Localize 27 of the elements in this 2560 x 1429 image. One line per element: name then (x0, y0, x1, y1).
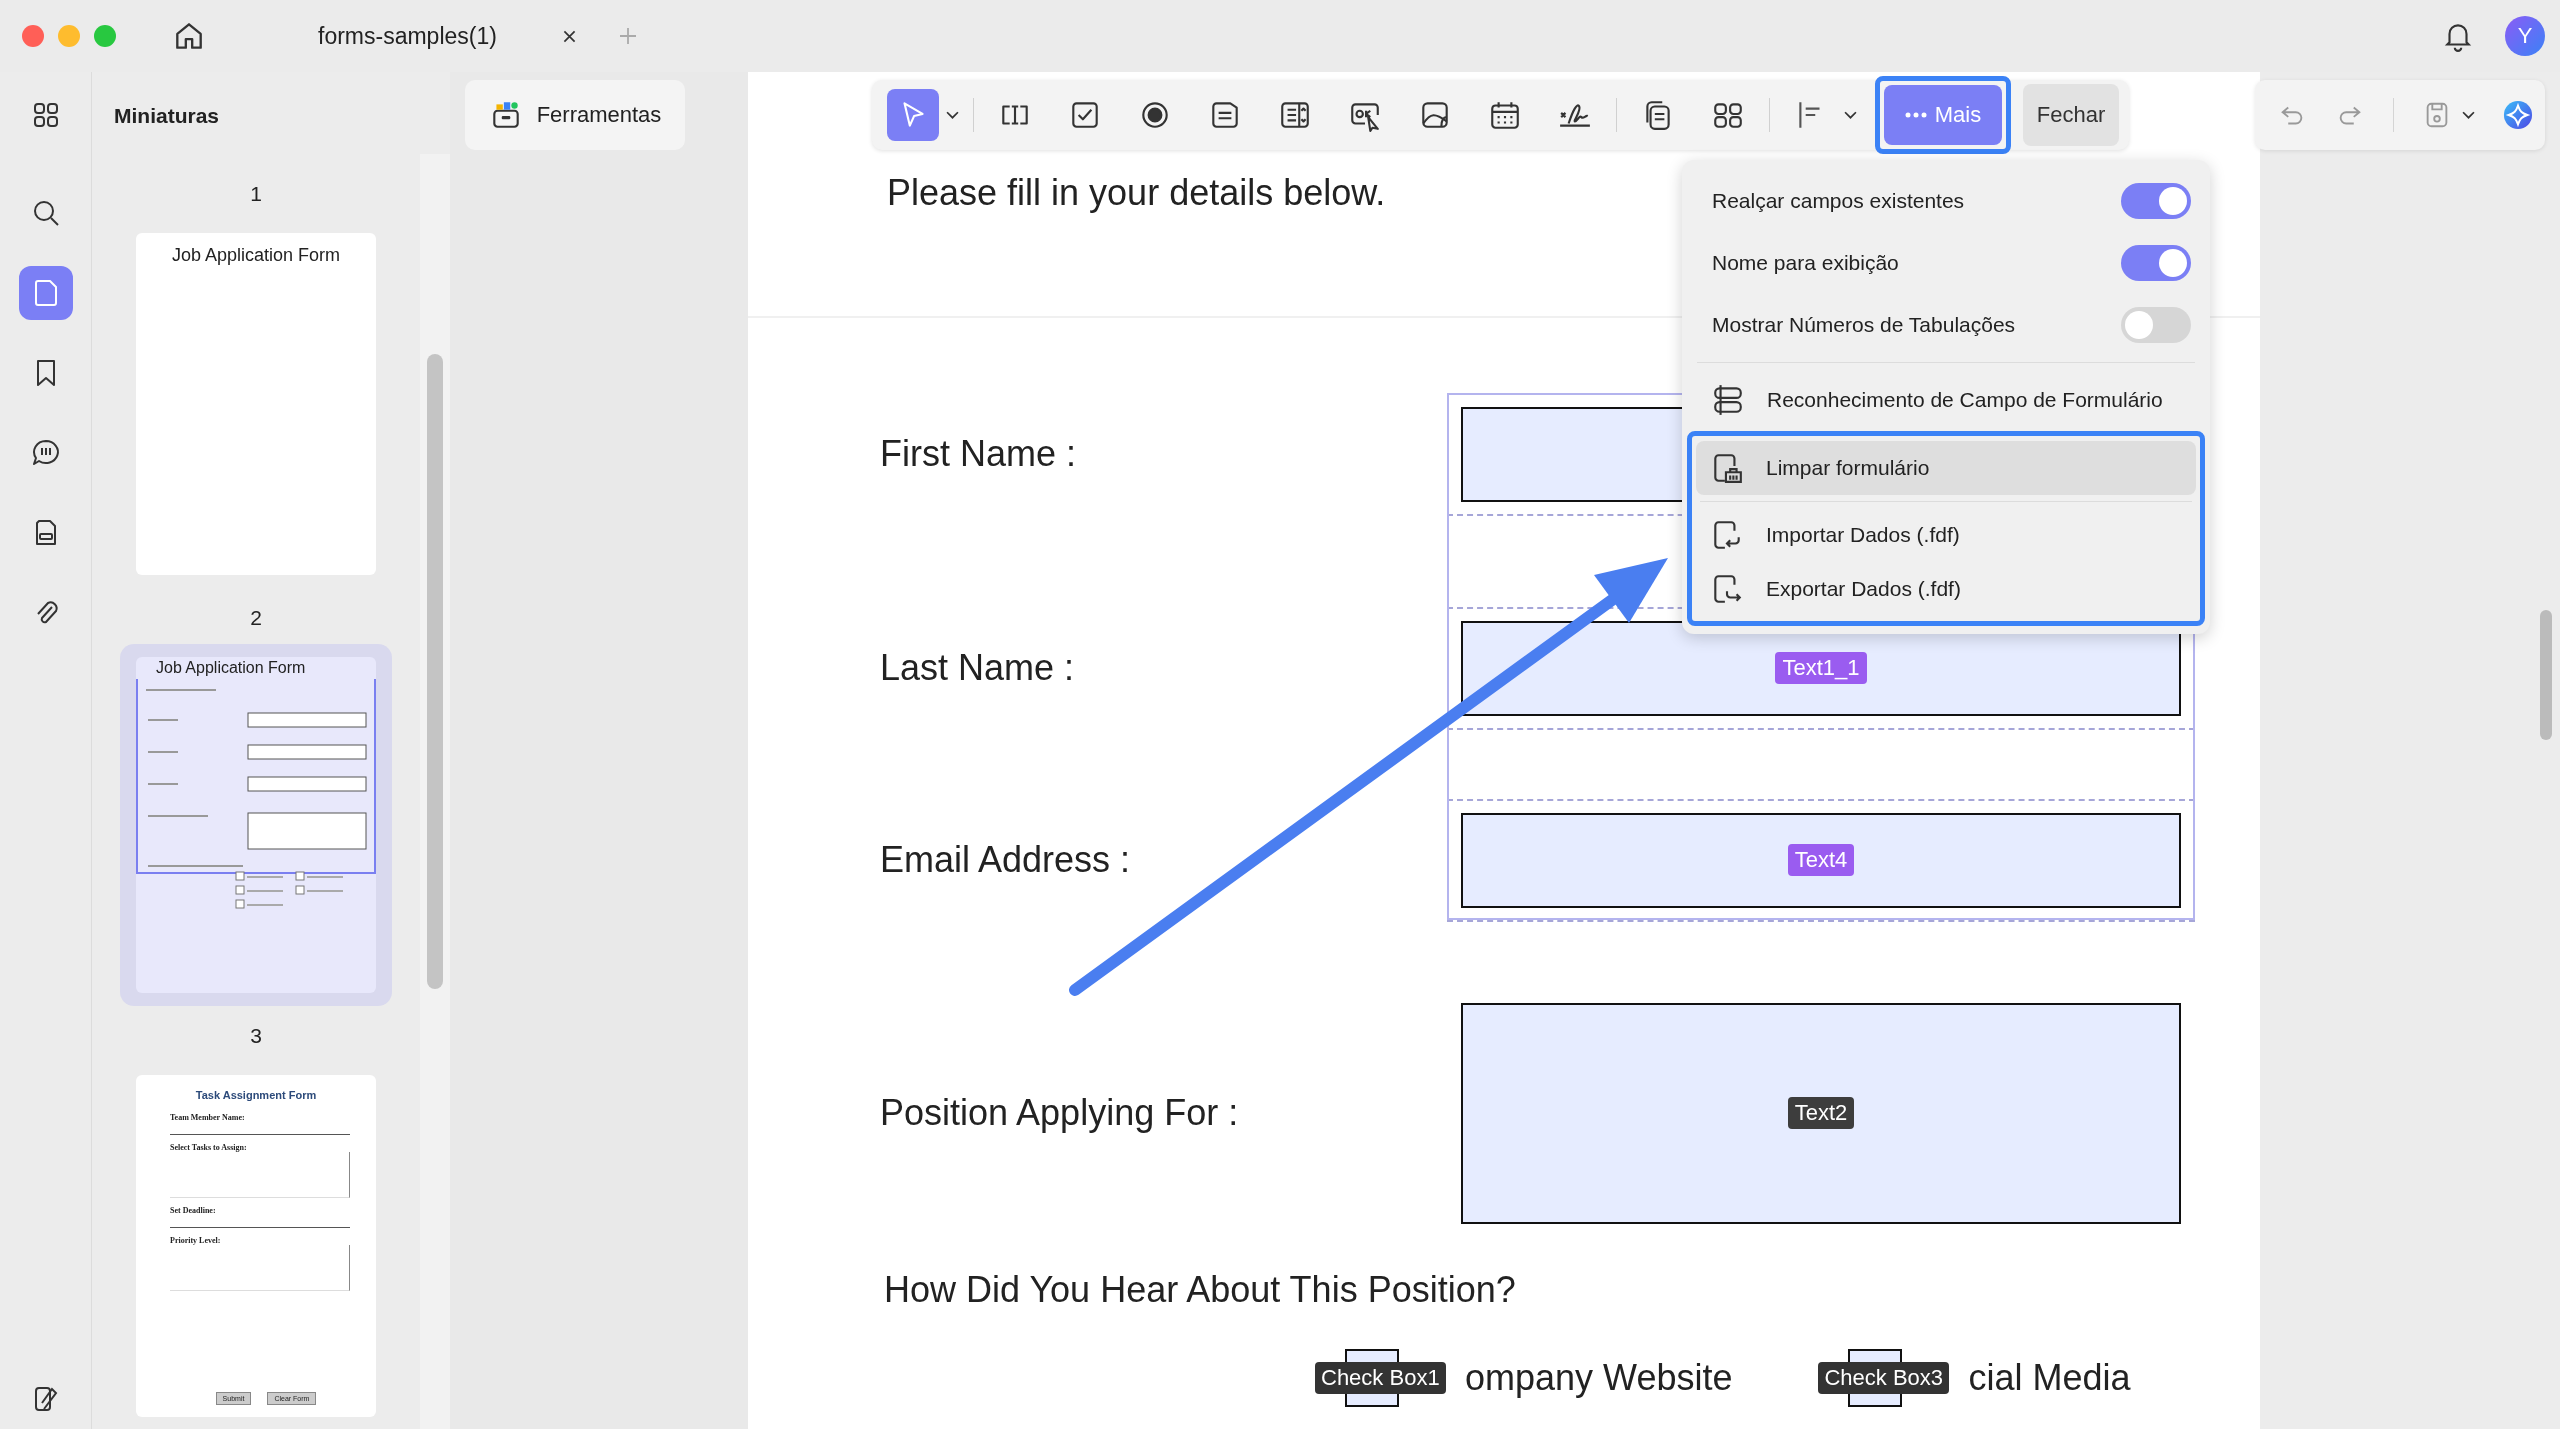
page-number: 1 (250, 182, 262, 206)
question-text: How Did You Hear About This Position? (884, 1269, 1517, 1311)
thumbnail-title: Job Application Form (170, 245, 342, 266)
field-name-tag: Text1_1 (1775, 652, 1867, 684)
option-label: Mostrar Números de Tabulações (1712, 313, 2016, 337)
checkbox-label: ompany Website (1465, 1357, 1733, 1399)
thumbnail-heading: Priority Level: (170, 1236, 222, 1245)
thumbnail-heading: Select Tasks to Assign: (170, 1143, 248, 1152)
field-name-tag: Text2 (1787, 1097, 1855, 1129)
form-instructions: Please fill in your details below. (887, 172, 1386, 214)
field-label: Last Name : (880, 647, 1076, 689)
thumbnail-heading: Set Deadline: (170, 1206, 217, 1215)
field-name-tooltip: Check Box3 (1818, 1362, 1950, 1394)
page-number: 2 (250, 606, 262, 630)
thumbnail-title: Job Application Form (155, 659, 307, 677)
panel-title: Miniaturas (113, 103, 221, 129)
checkbox-label: cial Media (1968, 1357, 2131, 1399)
field-name-tooltip: Check Box1 (1315, 1362, 1446, 1394)
thumbnail-heading: Team Member Name: (170, 1113, 246, 1122)
field-label: First Name : (880, 433, 1077, 475)
option-label: Realçar campos existentes (1712, 189, 1965, 213)
thumbnail-title: Task Assignment Form (194, 1089, 318, 1101)
option-label: Nome para exibição (1712, 251, 1899, 275)
field-name-tag: Text4 (1787, 844, 1855, 876)
field-label: Position Applying For : (880, 1092, 1240, 1134)
page-number: 3 (250, 1024, 262, 1048)
field-label: Email Address : (880, 839, 1132, 881)
